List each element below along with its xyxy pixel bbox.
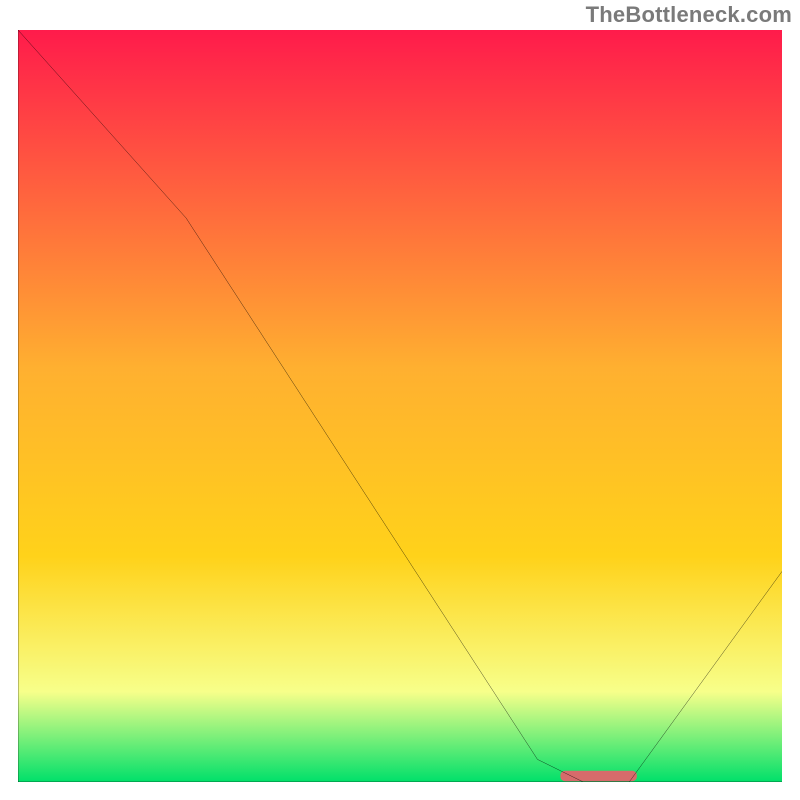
- plot-area: [18, 30, 782, 782]
- optimal-marker: [560, 771, 636, 782]
- bottleneck-plot: [18, 30, 782, 782]
- watermark-text: TheBottleneck.com: [586, 2, 792, 28]
- chart-frame: TheBottleneck.com: [0, 0, 800, 800]
- gradient-background: [18, 30, 782, 782]
